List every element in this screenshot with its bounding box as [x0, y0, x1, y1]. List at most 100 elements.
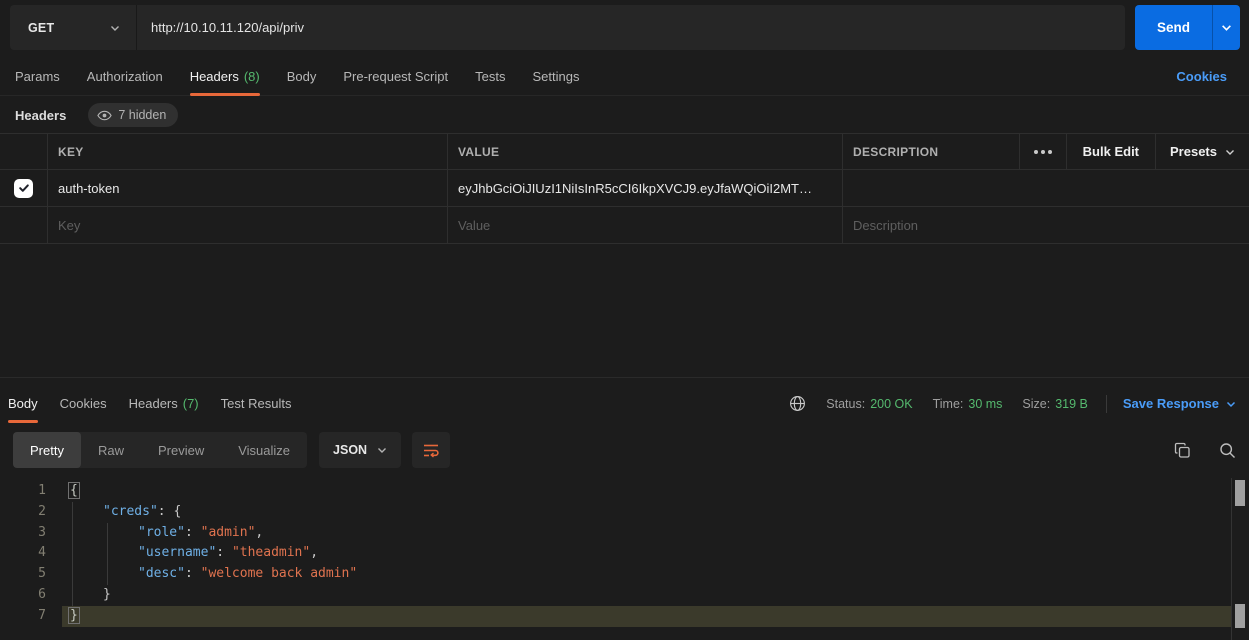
- header-key-cell[interactable]: auth-token: [47, 170, 447, 206]
- more-actions-icon[interactable]: [1020, 150, 1066, 154]
- code-content: "creds": {: [62, 502, 1231, 523]
- line-number: 2: [0, 502, 62, 523]
- tab-label: Authorization: [87, 69, 163, 84]
- size-value: 319 B: [1055, 397, 1088, 411]
- request-tab-body[interactable]: Body: [287, 58, 317, 95]
- method-chevron-icon: [110, 23, 120, 33]
- request-tab-pre-request-script[interactable]: Pre-request Script: [343, 58, 448, 95]
- code-content: {: [62, 481, 1231, 502]
- code-line-4: 4"username": "theadmin",: [0, 543, 1249, 564]
- line-number: 1: [0, 481, 62, 502]
- save-response-button[interactable]: Save Response: [1123, 396, 1236, 411]
- view-tab-visualize[interactable]: Visualize: [221, 432, 307, 468]
- table-actions: Bulk Edit Presets: [1019, 134, 1249, 169]
- headers-table: KEY VALUE DESCRIPTION Bulk Edit Presets …: [0, 133, 1249, 244]
- format-label: JSON: [333, 443, 367, 457]
- wrap-text-icon: [423, 443, 440, 458]
- code-line-5: 5"desc": "welcome back admin": [0, 564, 1249, 585]
- header-description-cell[interactable]: [842, 170, 1249, 206]
- line-number: 6: [0, 585, 62, 606]
- code-content: "desc": "welcome back admin": [62, 564, 1231, 585]
- wrap-text-button[interactable]: [412, 432, 450, 468]
- hidden-headers-toggle[interactable]: 7 hidden: [88, 103, 178, 127]
- view-mode-switcher: PrettyRawPreviewVisualize: [13, 432, 307, 468]
- request-bar: GET http://10.10.11.120/api/priv Send: [10, 5, 1240, 50]
- response-meta: Status:200 OK Time:30 ms Size:319 B Save…: [789, 395, 1236, 413]
- response-body-editor[interactable]: 1{2"creds": {3"role": "admin",4"username…: [0, 478, 1249, 640]
- send-button[interactable]: Send: [1135, 5, 1240, 50]
- response-tabs: Body Cookies Headers (7) Test Results: [0, 385, 291, 422]
- time-value: 30 ms: [968, 397, 1002, 411]
- response-section-divider: [0, 377, 1249, 378]
- value-placeholder-input[interactable]: Value: [447, 207, 842, 243]
- tab-label: Params: [15, 69, 60, 84]
- tab-label: Test Results: [221, 396, 292, 411]
- json-chevron-icon: [377, 445, 387, 455]
- cookies-link[interactable]: Cookies: [1176, 69, 1227, 84]
- code-content: "username": "theadmin",: [62, 543, 1231, 564]
- checkbox-check-icon: [18, 182, 30, 194]
- save-response-chevron-icon: [1226, 399, 1236, 409]
- url-bar: GET http://10.10.11.120/api/priv: [10, 5, 1125, 50]
- response-tab-test-results[interactable]: Test Results: [221, 385, 292, 422]
- header-row-auth-token: auth-token eyJhbGciOiJIUzI1NiIsInR5cCI6I…: [0, 170, 1249, 207]
- presets-dropdown[interactable]: Presets: [1156, 144, 1249, 159]
- code-content: }: [62, 585, 1231, 606]
- response-tab-body[interactable]: Body: [8, 385, 38, 422]
- line-number: 5: [0, 564, 62, 585]
- request-tab-headers[interactable]: Headers (8): [190, 58, 260, 95]
- column-value: VALUE: [447, 134, 842, 169]
- tab-label: Body: [287, 69, 317, 84]
- editor-scrollbar[interactable]: [1231, 478, 1249, 640]
- tab-label: Headers: [190, 69, 239, 84]
- request-tabs: Params Authorization Headers (8) Body Pre-req…: [0, 58, 1249, 96]
- method-select[interactable]: GET: [10, 5, 137, 50]
- code-line-1: 1{: [0, 481, 1249, 502]
- tab-label: Headers: [129, 396, 178, 411]
- tab-label: Tests: [475, 69, 505, 84]
- request-tab-authorization[interactable]: Authorization: [87, 58, 163, 95]
- scrollbar-thumb[interactable]: [1235, 480, 1245, 506]
- response-tab-headers[interactable]: Headers (7): [129, 385, 199, 422]
- format-select[interactable]: JSON: [319, 432, 401, 468]
- tab-count-badge: (8): [244, 69, 260, 84]
- presets-label: Presets: [1170, 144, 1217, 159]
- send-chevron-icon[interactable]: [1213, 22, 1240, 33]
- request-tab-settings[interactable]: Settings: [532, 58, 579, 95]
- description-placeholder-input[interactable]: Description: [842, 207, 1249, 243]
- bulk-edit-button[interactable]: Bulk Edit: [1067, 144, 1155, 159]
- view-tab-preview[interactable]: Preview: [141, 432, 221, 468]
- code-line-7: 7}: [0, 606, 1249, 627]
- tab-label: Cookies: [60, 396, 107, 411]
- response-view-row: PrettyRawPreviewVisualize JSON: [13, 432, 1236, 468]
- tab-label: Pre-request Script: [343, 69, 448, 84]
- view-tab-pretty[interactable]: Pretty: [13, 432, 81, 468]
- tab-count-badge: (7): [183, 396, 199, 411]
- view-tab-raw[interactable]: Raw: [81, 432, 141, 468]
- method-label: GET: [28, 21, 54, 35]
- column-description: DESCRIPTION: [842, 134, 1019, 169]
- indent-guide: [107, 523, 108, 585]
- headers-title-row: Headers 7 hidden: [15, 100, 178, 130]
- indent-guide: [72, 502, 73, 606]
- send-label: Send: [1135, 20, 1212, 35]
- code-line-3: 3"role": "admin",: [0, 523, 1249, 544]
- url-input[interactable]: http://10.10.11.120/api/priv: [137, 5, 1125, 50]
- copy-icon[interactable]: [1174, 442, 1191, 459]
- request-tab-tests[interactable]: Tests: [475, 58, 505, 95]
- globe-icon[interactable]: [789, 395, 806, 412]
- size-indicator: Size:319 B: [1022, 397, 1087, 411]
- headers-section-title: Headers: [15, 108, 66, 123]
- search-icon[interactable]: [1219, 442, 1236, 459]
- response-tab-cookies[interactable]: Cookies: [60, 385, 107, 422]
- line-number: 4: [0, 543, 62, 564]
- column-key: KEY: [47, 134, 447, 169]
- request-tab-params[interactable]: Params: [15, 58, 60, 95]
- key-placeholder-input[interactable]: Key: [47, 207, 447, 243]
- tab-label: Body: [8, 396, 38, 411]
- presets-chevron-icon: [1225, 147, 1235, 157]
- row-checkbox[interactable]: [14, 179, 33, 198]
- header-value-cell[interactable]: eyJhbGciOiJIUzI1NiIsInR5cCI6IkpXVCJ9.eyJ…: [447, 170, 842, 206]
- status-value: 200 OK: [870, 397, 912, 411]
- line-number: 7: [0, 606, 62, 627]
